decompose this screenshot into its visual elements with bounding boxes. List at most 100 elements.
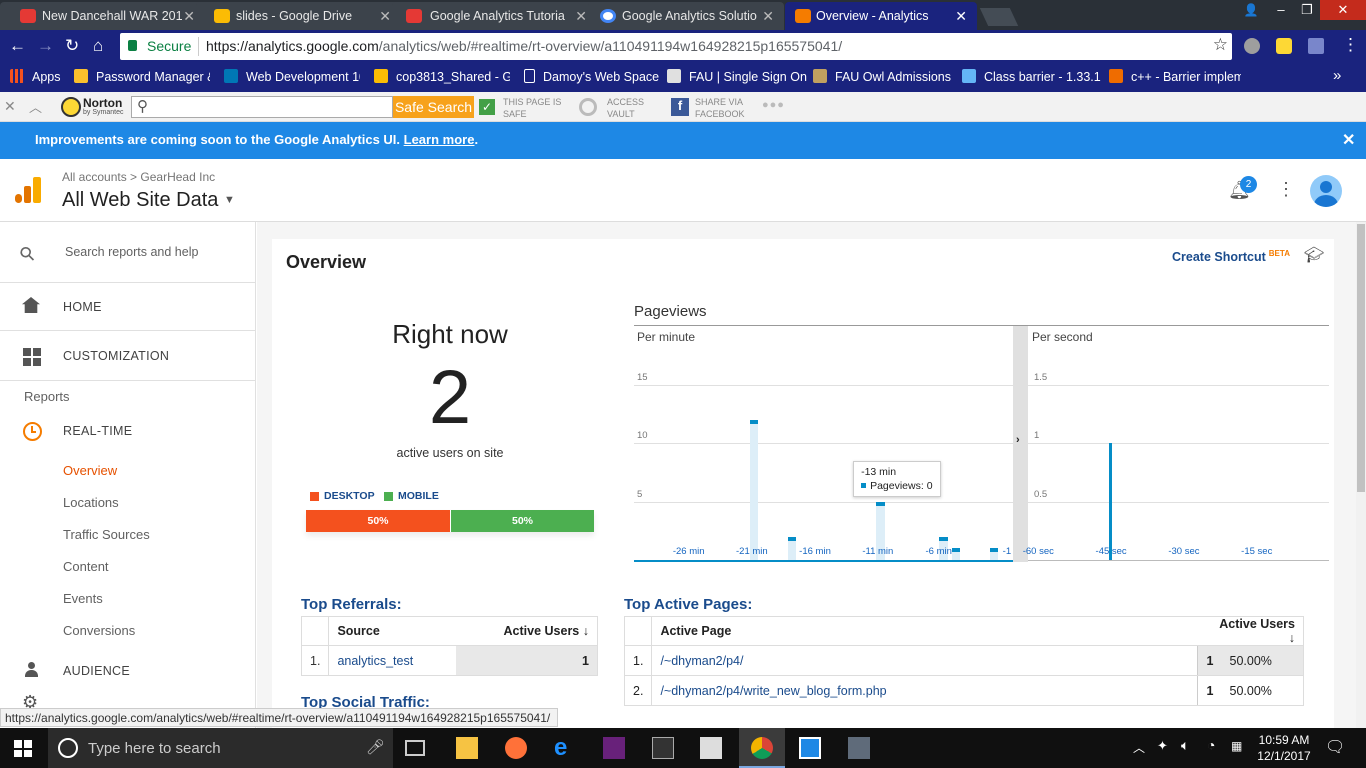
sidebar-sub-overview[interactable]: Overview — [63, 463, 117, 478]
chart-bar[interactable] — [876, 501, 885, 506]
terminal-icon[interactable] — [652, 737, 674, 759]
referral-source-link[interactable]: analytics_test — [328, 645, 457, 676]
sidebar-item-audience[interactable]: AUDIENCE — [0, 654, 255, 684]
new-tab-button[interactable] — [979, 8, 1019, 26]
wifi-icon[interactable]: ◔ — [1207, 737, 1215, 753]
bookmark-class-barrier[interactable]: Class barrier - 1.33.1 — [962, 69, 1101, 84]
breadcrumb-account[interactable]: GearHead Inc — [140, 170, 215, 184]
chart-expand-handle[interactable]: › — [1013, 326, 1028, 562]
avatar[interactable] — [1310, 175, 1342, 207]
microphone-icon[interactable]: 🎤︎ — [366, 738, 385, 756]
chevron-up-icon[interactable]: ︿ — [29, 97, 42, 116]
chart-bar[interactable] — [939, 536, 948, 541]
tab-1[interactable]: New Dancehall WAR 201 ✕ — [0, 2, 205, 30]
norton-extension-icon[interactable] — [1276, 38, 1292, 54]
profile-icon[interactable]: 👤 — [1238, 0, 1264, 20]
taskbar-search-box[interactable]: Type here to search 🎤︎ — [48, 728, 393, 768]
share-facebook-button[interactable]: SHARE VIA FACEBOOK — [695, 96, 745, 120]
close-icon[interactable]: ✕ — [575, 8, 587, 25]
sidebar-sub-locations[interactable]: Locations — [63, 495, 119, 510]
taskbar-chrome-active[interactable] — [739, 728, 785, 768]
tab-4[interactable]: Google Analytics Solutio ✕ — [588, 2, 784, 30]
store-icon[interactable] — [700, 737, 722, 759]
more-vert-icon[interactable]: ⋮ — [1277, 179, 1295, 200]
clock-date[interactable]: 12/1/2017 — [1255, 749, 1313, 763]
access-vault-button[interactable]: ACCESS VAULT — [607, 96, 644, 120]
visual-studio-icon[interactable] — [603, 737, 625, 759]
sidebar-item-home[interactable]: HOME — [0, 283, 255, 331]
active-users-column-header[interactable]: Active Users ↓ — [1197, 616, 1304, 646]
sidebar-sub-events[interactable]: Events — [63, 591, 103, 606]
chevron-up-icon[interactable]: ︿ — [1133, 739, 1145, 756]
bookmark-fau-owl[interactable]: FAU Owl Admissions — [813, 69, 951, 84]
safe-page-status[interactable]: THIS PAGE IS SAFE — [503, 96, 561, 120]
create-shortcut-link[interactable]: Create Shortcut BETA — [1172, 249, 1290, 264]
chart-bar[interactable] — [1109, 443, 1113, 560]
minimize-button[interactable]: – — [1268, 0, 1294, 20]
active-page-link[interactable]: /~dhyman2/p4/ — [651, 645, 1198, 676]
active-page-column-header[interactable]: Active Page — [651, 616, 1198, 646]
close-window-button[interactable]: ✕ — [1320, 0, 1366, 20]
close-icon[interactable]: ✕ — [955, 8, 967, 25]
bookmark-cpp-barrier[interactable]: c++ - Barrier implem — [1109, 69, 1241, 84]
bookmark-apps[interactable]: Apps — [10, 69, 61, 84]
active-users-column-header[interactable]: Active Users ↓ — [456, 616, 598, 646]
extension-icon[interactable] — [1244, 38, 1260, 54]
windows-start-icon[interactable] — [14, 740, 32, 757]
maximize-button[interactable]: ❐ — [1294, 0, 1320, 20]
more-dots-icon[interactable]: ●●● — [762, 99, 785, 111]
analytics-logo-icon[interactable] — [15, 177, 41, 203]
scrollbar-thumb[interactable] — [1357, 224, 1365, 492]
notifications-icon[interactable]: 🗨︎ — [1325, 737, 1345, 757]
norton-search-input[interactable]: ⚲ — [131, 96, 393, 118]
active-page-link[interactable]: /~dhyman2/p4/write_new_blog_form.php — [651, 675, 1198, 706]
app-icon[interactable] — [799, 737, 821, 759]
source-column-header[interactable]: Source — [328, 616, 457, 646]
page-scrollbar[interactable] — [1356, 222, 1366, 732]
sidebar-sub-traffic-sources[interactable]: Traffic Sources — [63, 527, 150, 542]
close-icon[interactable]: ✕ — [762, 8, 774, 25]
volume-icon[interactable]: 🔈︎ — [1181, 737, 1189, 754]
pdf-extension-icon[interactable] — [1308, 38, 1324, 54]
sidebar-sub-conversions[interactable]: Conversions — [63, 623, 135, 638]
firefox-icon[interactable] — [505, 737, 527, 759]
menu-icon[interactable]: ⋮ — [1342, 36, 1359, 54]
edge-icon[interactable]: e — [554, 736, 576, 760]
bookmark-password-manager[interactable]: Password Manager & — [74, 69, 210, 84]
sidebar-item-customization[interactable]: CUSTOMIZATION — [0, 331, 255, 381]
view-selector[interactable]: All Web Site Data ▼ — [62, 189, 235, 212]
chart-bar[interactable] — [989, 548, 999, 553]
forward-icon[interactable]: → — [37, 37, 54, 55]
bookmark-star-icon[interactable]: ☆ — [1213, 35, 1228, 55]
breadcrumb[interactable]: All accounts > GearHead Inc — [62, 170, 215, 184]
tab-5-active[interactable]: Overview - Analytics ✕ — [785, 2, 977, 30]
home-icon[interactable]: ⌂ — [93, 37, 103, 55]
close-icon[interactable]: ✕ — [379, 8, 391, 25]
reload-icon[interactable]: ↻ — [65, 37, 79, 55]
close-icon[interactable]: ✕ — [4, 98, 16, 115]
task-view-icon[interactable] — [405, 740, 425, 756]
bookmark-damoy[interactable]: Damoy's Web Space — [524, 69, 659, 84]
chart-bar[interactable] — [951, 548, 961, 553]
clock-time[interactable]: 10:59 AM — [1255, 733, 1313, 747]
bookmark-web-development[interactable]: Web Development 10 — [224, 69, 360, 84]
back-icon[interactable]: ← — [9, 37, 26, 55]
tab-3[interactable]: Google Analytics Tutoria ✕ — [392, 2, 597, 30]
tab-2[interactable]: slides - Google Drive ✕ — [196, 2, 401, 30]
more-bookmarks-button[interactable]: » — [1333, 67, 1341, 84]
learn-more-link[interactable]: Learn more — [404, 132, 475, 147]
chart-bar[interactable] — [787, 536, 797, 541]
close-icon[interactable]: ✕ — [183, 8, 195, 25]
file-explorer-icon[interactable] — [456, 737, 478, 759]
desktop-share-segment[interactable]: 50% — [306, 510, 450, 532]
url-text[interactable]: https://analytics.google.com/analytics/w… — [206, 38, 842, 54]
network-tool-icon[interactable] — [848, 737, 870, 759]
sidebar-sub-content[interactable]: Content — [63, 559, 109, 574]
bookmark-cop3813[interactable]: cop3813_Shared - Go — [374, 69, 510, 84]
close-banner-button[interactable]: ✕ — [1342, 130, 1355, 150]
graduation-cap-icon[interactable]: 🎓︎ — [1304, 245, 1324, 265]
address-bar[interactable]: Secure https://analytics.google.com/anal… — [120, 33, 1232, 60]
mobile-share-segment[interactable]: 50% — [450, 510, 594, 532]
dropbox-icon[interactable]: ✦ — [1157, 738, 1168, 754]
safe-search-button[interactable]: Safe Search — [393, 96, 474, 118]
